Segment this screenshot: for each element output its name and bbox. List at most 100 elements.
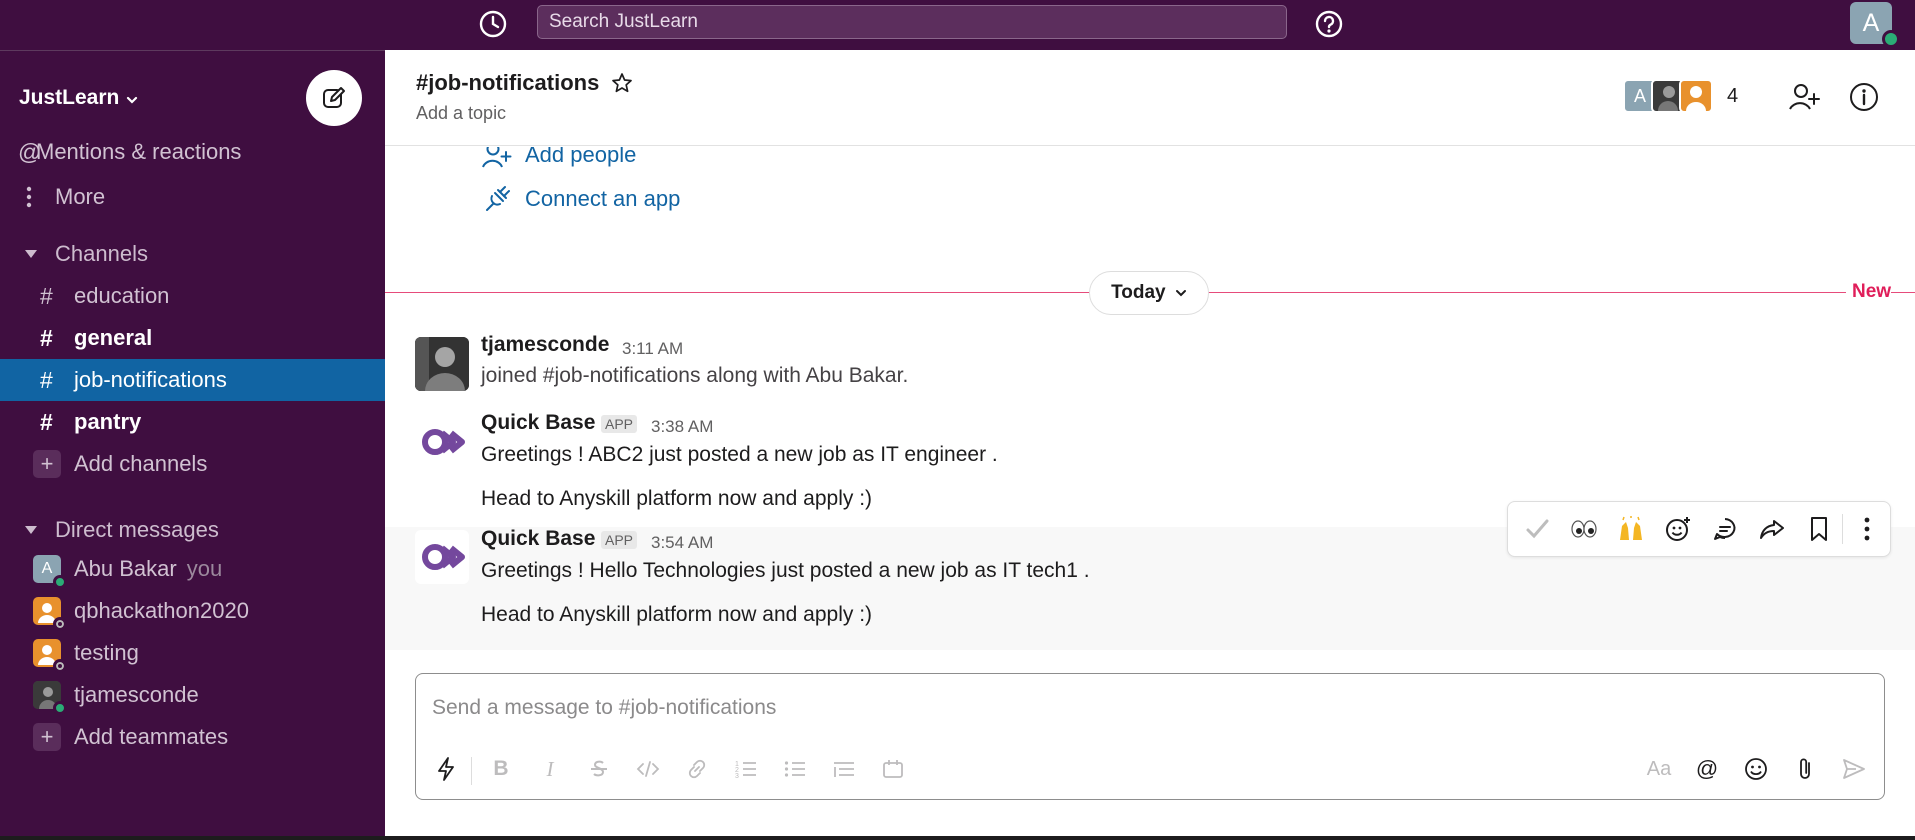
history-icon[interactable]: [476, 7, 510, 41]
add-people-label: Add people: [525, 147, 637, 167]
sidebar: JustLearn @ Mentions & reactions More Ch…: [0, 50, 385, 836]
dm-testing[interactable]: testing: [0, 632, 385, 674]
dm-qbhackathon2020[interactable]: qbhackathon2020: [0, 590, 385, 632]
member-list-button[interactable]: A 4: [1623, 78, 1738, 114]
channels-section-toggle[interactable]: Channels: [0, 233, 385, 275]
numbered-list-icon[interactable]: 123: [729, 752, 763, 786]
info-icon[interactable]: [1847, 80, 1881, 114]
italic-icon[interactable]: I: [533, 752, 567, 786]
code-block-icon[interactable]: [876, 752, 910, 786]
send-icon[interactable]: [1837, 752, 1871, 786]
add-teammates-label: Add teammates: [74, 724, 229, 749]
avatar: A: [33, 555, 67, 589]
chevron-down-icon[interactable]: [125, 93, 139, 107]
emoji-icon[interactable]: [1739, 752, 1773, 786]
message-text: joined #job-notifications along with Abu…: [481, 364, 909, 387]
channel-header: #job-notifications Add a topic A 4: [385, 50, 1915, 146]
channel-pantry[interactable]: # pantry: [0, 401, 385, 443]
message-composer[interactable]: Send a message to #job-notifications B I…: [415, 673, 1885, 800]
channels-header: Channels: [55, 241, 148, 266]
add-teammates-button[interactable]: + Add teammates: [0, 716, 385, 758]
dm-tjamesconde[interactable]: tjamesconde: [0, 674, 385, 716]
nav-label: More: [55, 184, 106, 209]
away-status-icon: [53, 617, 67, 631]
add-reaction-icon[interactable]: [1655, 509, 1702, 549]
channel-job-notifications[interactable]: # job-notifications: [0, 359, 385, 401]
app-badge: APP: [601, 415, 638, 433]
timestamp[interactable]: 3:54 AM: [651, 533, 713, 553]
avatar[interactable]: [415, 337, 469, 391]
more-actions-icon[interactable]: [1843, 509, 1890, 549]
message-actions-bar: [1507, 501, 1891, 557]
help-icon[interactable]: [1312, 7, 1346, 41]
you-label: you: [186, 556, 223, 581]
raised-hands-reaction-icon[interactable]: [1608, 509, 1655, 549]
bookmark-icon[interactable]: [1795, 509, 1842, 549]
connect-app-link[interactable]: Connect an app: [481, 183, 680, 215]
channel-education[interactable]: # education: [0, 275, 385, 317]
quickbase-logo[interactable]: [415, 415, 469, 469]
workspace-name[interactable]: JustLearn: [19, 86, 119, 110]
sender-name[interactable]: Quick Base: [481, 411, 595, 435]
bulleted-list-icon[interactable]: [778, 752, 812, 786]
message-text: Greetings ! ABC2 just posted a new job a…: [481, 443, 998, 466]
channel-general[interactable]: # general: [0, 317, 385, 359]
dm-section-toggle[interactable]: Direct messages: [0, 509, 385, 551]
sender-name[interactable]: tjamesconde: [481, 333, 609, 357]
checkmark-reaction-icon[interactable]: [1514, 509, 1561, 549]
blockquote-icon[interactable]: [827, 752, 861, 786]
dm-abu-bakar[interactable]: A Abu Bakar you: [0, 548, 385, 590]
chevron-down-icon: [1175, 287, 1187, 299]
add-channels-button[interactable]: + Add channels: [0, 443, 385, 485]
nav-more[interactable]: More: [0, 176, 385, 218]
compose-icon: [323, 87, 345, 108]
channel-topic[interactable]: Add a topic: [416, 103, 506, 124]
compose-button[interactable]: [306, 70, 362, 126]
svg-text:3: 3: [735, 773, 739, 780]
eyes-reaction-icon[interactable]: [1561, 509, 1608, 549]
new-label: New: [1846, 281, 1892, 303]
shortcuts-lightning-icon[interactable]: [429, 752, 463, 786]
caret-down-icon: [24, 249, 55, 259]
quickbase-logo[interactable]: [415, 530, 469, 584]
channel-title[interactable]: #job-notifications: [416, 70, 599, 96]
dm-label: qbhackathon2020: [74, 598, 249, 623]
hash-icon: #: [40, 324, 53, 351]
message-text: Greetings ! Hello Technologies just post…: [481, 559, 1090, 582]
connect-app-label: Connect an app: [525, 186, 681, 211]
channel-label: pantry: [74, 409, 142, 434]
away-status-icon: [53, 659, 67, 673]
nav-mentions[interactable]: @ Mentions & reactions: [0, 131, 385, 173]
mention-icon[interactable]: @: [1690, 752, 1724, 786]
hash-icon: #: [40, 366, 53, 393]
sender-name[interactable]: Quick Base: [481, 527, 595, 551]
add-people-link[interactable]: Add people: [481, 147, 636, 171]
bold-icon[interactable]: B: [484, 752, 518, 786]
nav-label: Mentions & reactions: [36, 139, 242, 164]
app-badge: APP: [601, 531, 638, 549]
message-item[interactable]: tjamesconde 3:11 AM joined #job-notifica…: [385, 327, 1915, 405]
link-icon[interactable]: [680, 752, 714, 786]
hash-icon: #: [40, 282, 53, 309]
date-jump-button[interactable]: Today: [1089, 271, 1209, 315]
search-input[interactable]: Search JustLearn: [537, 5, 1287, 39]
strikethrough-icon[interactable]: [582, 752, 616, 786]
top-bar: Search JustLearn A: [0, 0, 1915, 50]
add-channels-label: Add channels: [74, 451, 208, 476]
message-text: Head to Anyskill platform now and apply …: [481, 603, 873, 626]
share-message-icon[interactable]: [1748, 509, 1795, 549]
timestamp[interactable]: 3:11 AM: [622, 339, 683, 359]
timestamp[interactable]: 3:38 AM: [651, 417, 713, 437]
star-icon[interactable]: [611, 72, 633, 94]
message-input[interactable]: Send a message to #job-notifications: [432, 696, 776, 720]
toolbar-divider: [471, 757, 472, 785]
member-count: 4: [1727, 84, 1739, 107]
reply-thread-icon[interactable]: [1702, 509, 1749, 549]
formatting-toggle-icon[interactable]: Aa: [1642, 752, 1676, 786]
add-member-icon[interactable]: [1787, 80, 1821, 114]
message-text: Head to Anyskill platform now and apply …: [481, 487, 873, 510]
channel-label: general: [74, 325, 153, 350]
attachment-icon[interactable]: [1788, 752, 1822, 786]
avatar: [33, 639, 67, 673]
code-icon[interactable]: [631, 752, 665, 786]
